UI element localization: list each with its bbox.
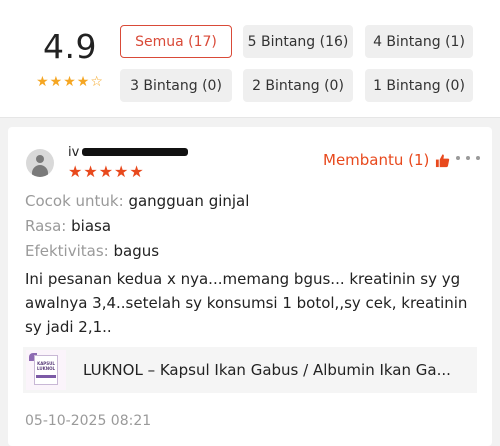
star-icon: ★: [114, 162, 130, 181]
star-icon: ★: [129, 162, 145, 181]
product-thumbnail-label: KAPSUL LUKNOL: [36, 361, 56, 371]
average-rating: 4.9: [43, 27, 97, 66]
attribute-value: bagus: [113, 242, 160, 260]
attribute-effectiveness: Efektivitas: bagus: [25, 241, 159, 261]
review-stars: ★★★★★: [68, 164, 145, 180]
star-icon: ★: [83, 162, 99, 181]
attribute-suitable-for: Cocok untuk: gangguan ginjal: [25, 191, 249, 211]
filter-4-star-button[interactable]: 4 Bintang (1): [365, 25, 473, 58]
review-card: iv ★★★★★ Membantu (1) Cocok untuk: gangg…: [8, 127, 492, 446]
attribute-key: Efektivitas:: [25, 242, 109, 260]
helpful-button[interactable]: Membantu (1): [323, 151, 450, 169]
attribute-taste: Rasa: biasa: [25, 216, 111, 236]
rating-stars: ★★★★☆: [24, 75, 116, 89]
filter-3-star-button[interactable]: 3 Bintang (0): [120, 69, 232, 102]
star-icon: ★: [36, 74, 50, 90]
star-icon: ★: [63, 74, 77, 90]
filter-1-star-button[interactable]: 1 Bintang (0): [365, 69, 473, 102]
rating-summary: 4.9 ★★★★☆: [24, 30, 116, 89]
product-title: LUKNOL – Kapsul Ikan Gabus / Albumin Ika…: [83, 361, 451, 379]
user-avatar-icon: [26, 149, 54, 177]
review-date: 05-10-2025 08:21: [25, 413, 152, 429]
attribute-value: gangguan ginjal: [128, 192, 250, 210]
product-thumbnail: KAPSUL LUKNOL: [26, 350, 66, 390]
star-outline-icon: ☆: [90, 74, 104, 90]
attribute-key: Cocok untuk:: [25, 192, 124, 210]
filter-2-star-button[interactable]: 2 Bintang (0): [243, 69, 353, 102]
thumbs-up-icon: [436, 153, 450, 167]
filter-all-button[interactable]: Semua (17): [120, 25, 232, 58]
star-icon: ★: [68, 162, 84, 181]
star-icon: ★: [49, 74, 64, 90]
star-icon: ★: [76, 74, 91, 90]
helpful-label: Membantu (1): [323, 151, 430, 169]
more-options-icon[interactable]: [456, 151, 480, 165]
attribute-value: biasa: [71, 217, 112, 235]
rating-filter-panel: 4.9 ★★★★☆ Semua (17) 5 Bintang (16) 4 Bi…: [0, 0, 500, 118]
product-link[interactable]: KAPSUL LUKNOL LUKNOL – Kapsul Ikan Gabus…: [23, 347, 477, 393]
review-text: Ini pesanan kedua x nya...memang bgus...…: [25, 270, 468, 336]
star-icon: ★: [98, 162, 115, 181]
name-redaction: [82, 148, 188, 156]
attribute-key: Rasa:: [25, 217, 67, 235]
filter-5-star-button[interactable]: 5 Bintang (16): [243, 25, 353, 58]
